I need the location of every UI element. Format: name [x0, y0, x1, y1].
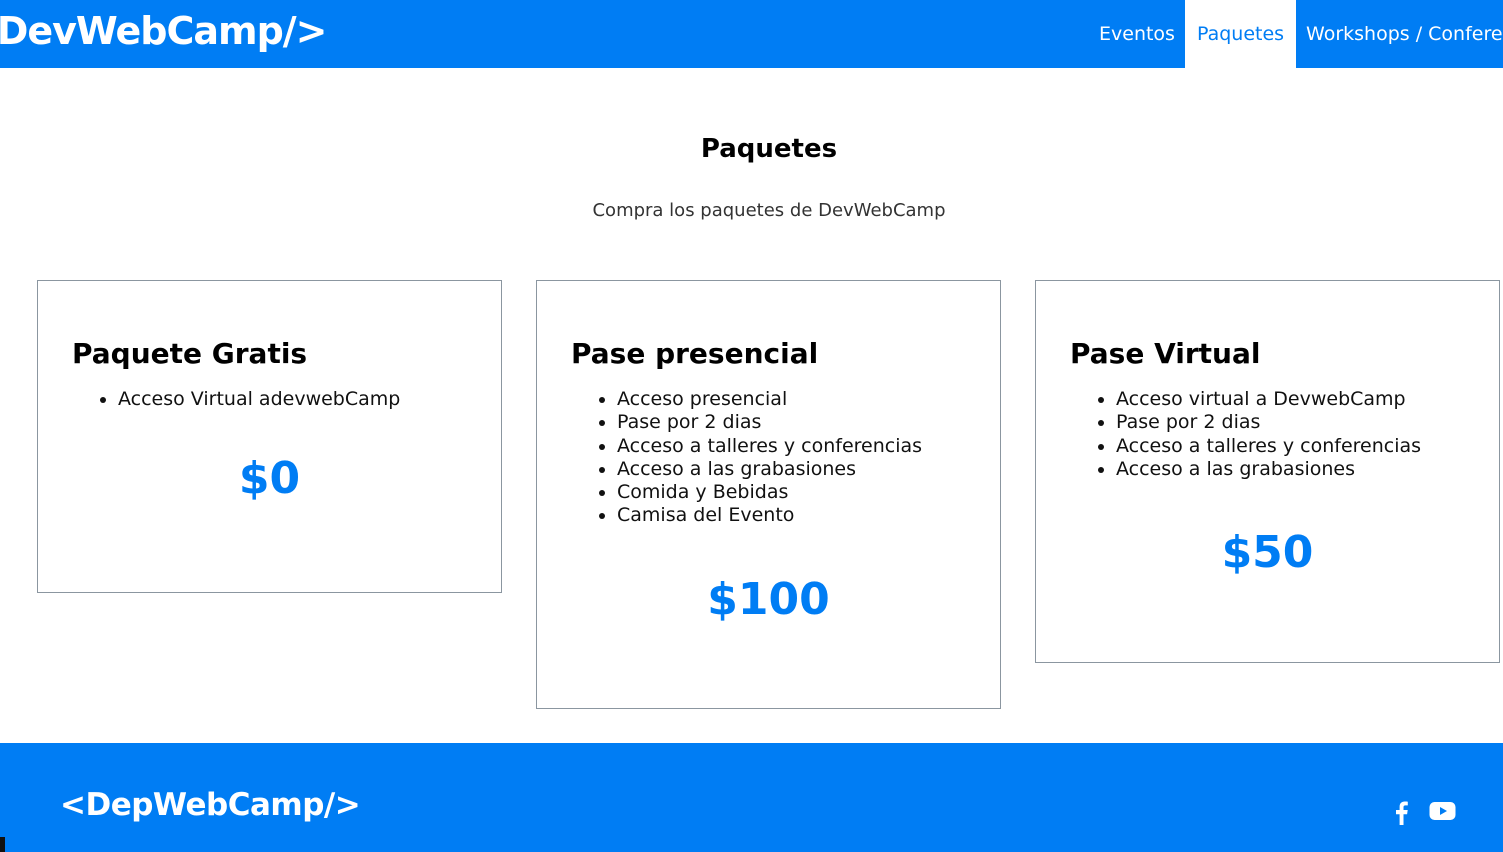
package-card-presencial: Pase presencial Acceso presencial Pase p…: [536, 280, 1001, 709]
package-feature: Acceso virtual a DevwebCamp: [1116, 388, 1465, 411]
site-logo[interactable]: <DevWebCamp/>: [0, 9, 328, 53]
package-feature: Pase por 2 dias: [1116, 411, 1465, 434]
nav-link-eventos[interactable]: Eventos: [1089, 0, 1185, 68]
package-price: $0: [238, 453, 301, 505]
package-card-virtual: Pase Virtual Acceso virtual a DevwebCamp…: [1035, 280, 1500, 663]
package-feature: Acceso presencial: [617, 388, 966, 411]
package-feature: Comida y Bebidas: [617, 481, 966, 504]
package-price: $50: [1221, 527, 1314, 579]
package-name: Pase Virtual: [1070, 337, 1261, 370]
facebook-icon[interactable]: [1393, 801, 1409, 829]
main-nav: Eventos Paquetes Workshops / Conferencia…: [1089, 0, 1503, 68]
nav-link-paquetes[interactable]: Paquetes: [1184, 0, 1297, 68]
package-features: Acceso Virtual adevwebCamp: [72, 388, 467, 411]
package-name: Pase presencial: [571, 337, 819, 370]
package-feature: Acceso a talleres y conferencias: [617, 435, 966, 458]
package-feature: Acceso a las grabasiones: [1116, 458, 1465, 481]
package-feature: Pase por 2 dias: [617, 411, 966, 434]
top-navigation-bar: <DevWebCamp/> Eventos Paquetes Workshops…: [0, 0, 1503, 68]
package-feature: Acceso a talleres y conferencias: [1116, 435, 1465, 458]
package-feature: Acceso a las grabasiones: [617, 458, 966, 481]
footer-logo[interactable]: <DepWebCamp/>: [60, 787, 361, 823]
page-title: Paquetes: [700, 134, 838, 164]
package-features: Acceso virtual a DevwebCamp Pase por 2 d…: [1070, 388, 1465, 481]
package-features: Acceso presencial Pase por 2 dias Acceso…: [571, 388, 966, 528]
scrollbar-corner: [0, 837, 5, 852]
package-feature: Camisa del Evento: [617, 504, 966, 527]
page-subtitle: Compra los paquetes de DevWebCamp: [592, 200, 946, 221]
package-name: Paquete Gratis: [72, 337, 308, 370]
youtube-icon[interactable]: [1429, 801, 1456, 825]
package-card-free: Paquete Gratis Acceso Virtual adevwebCam…: [37, 280, 502, 593]
nav-link-workshops[interactable]: Workshops / Conferencias: [1296, 0, 1503, 68]
site-footer: <DepWebCamp/>: [0, 743, 1503, 852]
package-price: $100: [707, 573, 830, 625]
package-feature: Acceso Virtual adevwebCamp: [118, 388, 467, 411]
